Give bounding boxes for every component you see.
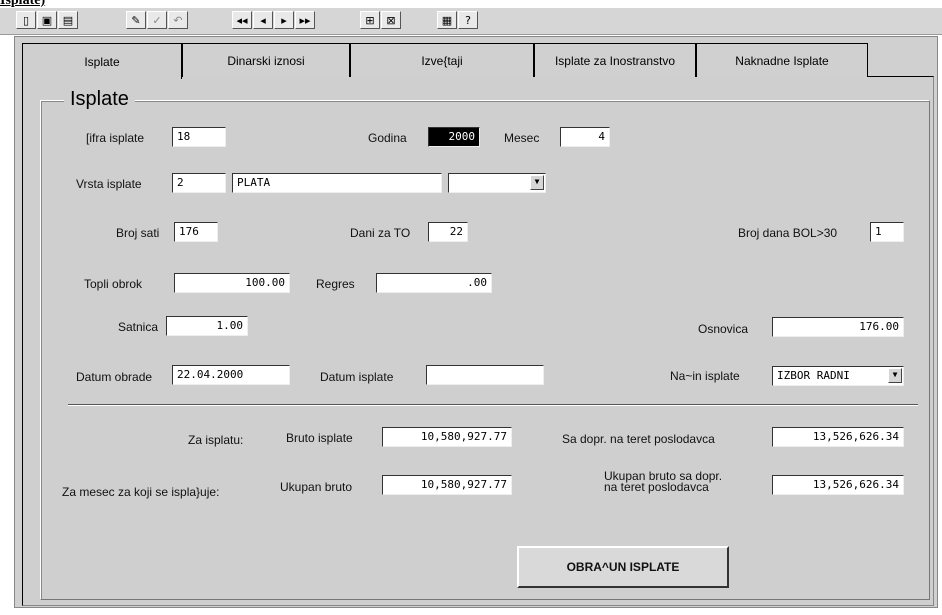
sifra-isplate-field[interactable]: 18 (172, 127, 226, 147)
ukupan-bruto-label: Ukupan bruto (280, 480, 353, 494)
regres-field[interactable]: .00 (376, 273, 492, 293)
datum-isplate-field[interactable] (426, 365, 544, 385)
broj-sati-field[interactable]: 176 (174, 222, 218, 242)
tab-naknadne-isplate[interactable]: Naknadne Isplate (696, 43, 868, 77)
broj-dana-bol-label: Broj dana BOL>30 (738, 226, 838, 240)
za-isplatu-label: Za isplatu: (188, 433, 244, 447)
vrsta-isplate-label: Vrsta isplate (76, 177, 142, 191)
dani-za-to-label: Dani za TO (350, 226, 411, 240)
vrsta-isplate-name-field[interactable]: PLATA (232, 173, 442, 193)
clipboard-icon[interactable]: ▦ (437, 11, 457, 29)
toolbar-nav-group: ◂◂ ◂ ▸ ▸▸ (232, 11, 316, 31)
obracun-isplate-button[interactable]: OBRA^UN ISPLATE (517, 546, 729, 588)
help-icon[interactable]: ? (458, 11, 478, 29)
document-icon[interactable]: ▯ (16, 11, 36, 29)
nacin-isplate-value: IZBOR RADNI (777, 369, 850, 382)
print-icon[interactable]: ▤ (58, 11, 78, 29)
dani-za-to-field[interactable]: 22 (428, 222, 468, 242)
tab-dinarski-iznosi[interactable]: Dinarski iznosi (182, 43, 350, 77)
godina-field[interactable]: 2000 (428, 127, 480, 147)
vrsta-isplate-code-field[interactable]: 2 (172, 173, 226, 193)
bruto-isplate-label: Bruto isplate (286, 431, 353, 445)
toolbar-file-group: ▯ ▣ ▤ (16, 11, 79, 31)
sifra-isplate-label: [ifra isplate (86, 131, 145, 145)
mesec-field[interactable]: 4 (560, 127, 610, 147)
za-mesec-label: Za mesec za koji se ispla}uje: (62, 485, 220, 499)
separator-line (68, 404, 918, 406)
nacin-isplate-label: Na~in isplate (670, 369, 740, 383)
bruto-isplate-field: 10,580,927.77 (382, 427, 512, 447)
ukupan-bruto-sa-dopr-field: 13,526,626.34 (772, 475, 904, 495)
insert-record-icon[interactable]: ⊞ (360, 11, 380, 29)
toolbar-edit-group: ✎ ✓ ↶ (126, 11, 189, 31)
edit-icon[interactable]: ✎ (126, 11, 146, 29)
regres-label: Regres (316, 277, 355, 291)
toolbar-records-group: ⊞ ⊠ (360, 11, 402, 31)
save-icon[interactable]: ▣ (37, 11, 57, 29)
ukupan-bruto-sa-dopr-label: Ukupan bruto sa dopr. na teret poslodavc… (604, 470, 722, 494)
broj-dana-bol-field[interactable]: 1 (870, 222, 904, 242)
group-title: Isplate (64, 88, 135, 111)
toolbar-help-group: ▦ ? (437, 11, 479, 31)
tab-isplate[interactable]: Isplate (22, 43, 182, 79)
toolbar: ▯ ▣ ▤ ✎ ✓ ↶ ◂◂ ◂ ▸ ▸▸ ⊞ ⊠ ▦ ? (0, 8, 942, 35)
broj-sati-label: Broj sati (116, 226, 160, 240)
check-icon[interactable]: ✓ (147, 11, 167, 29)
nacin-isplate-combo[interactable]: IZBOR RADNI ▼ (772, 366, 904, 386)
delete-record-icon[interactable]: ⊠ (381, 11, 401, 29)
chevron-down-icon[interactable]: ▼ (530, 175, 544, 190)
sa-dopr-label: Sa dopr. na teret poslodavca (562, 432, 715, 446)
osnovica-field[interactable]: 176.00 (772, 317, 904, 337)
satnica-field[interactable]: 1.00 (166, 316, 248, 336)
datum-isplate-label: Datum isplate (320, 370, 394, 384)
vrsta-isplate-combo[interactable]: ▼ (448, 173, 546, 193)
godina-label: Godina (368, 131, 407, 145)
first-record-icon[interactable]: ◂◂ (232, 11, 252, 29)
next-record-icon[interactable]: ▸ (274, 11, 294, 29)
ukupan-bruto-field: 10,580,927.77 (382, 475, 512, 495)
tab-bar: Isplate Dinarski iznosi Izve{taji Isplat… (22, 43, 882, 79)
topli-obrok-field[interactable]: 100.00 (174, 273, 290, 293)
mesec-label: Mesec (504, 131, 540, 145)
chevron-down-icon[interactable]: ▼ (888, 368, 902, 383)
osnovica-label: Osnovica (698, 322, 749, 336)
sa-dopr-field: 13,526,626.34 (772, 427, 904, 447)
undo-icon[interactable]: ↶ (168, 11, 188, 29)
datum-obrade-field[interactable]: 22.04.2000 (172, 365, 290, 385)
ukupan-bruto-sa-dopr-line2: na teret poslodavca (604, 480, 709, 494)
tab-izvestaji[interactable]: Izve{taji (350, 43, 534, 77)
tab-isplate-za-inostranstvo[interactable]: Isplate za Inostranstvo (534, 43, 696, 77)
prev-record-icon[interactable]: ◂ (253, 11, 273, 29)
satnica-label: Satnica (118, 320, 159, 334)
last-record-icon[interactable]: ▸▸ (295, 11, 315, 29)
window-title: Isplate) (0, 0, 46, 8)
topli-obrok-label: Topli obrok (84, 277, 143, 291)
datum-obrade-label: Datum obrade (76, 370, 153, 384)
